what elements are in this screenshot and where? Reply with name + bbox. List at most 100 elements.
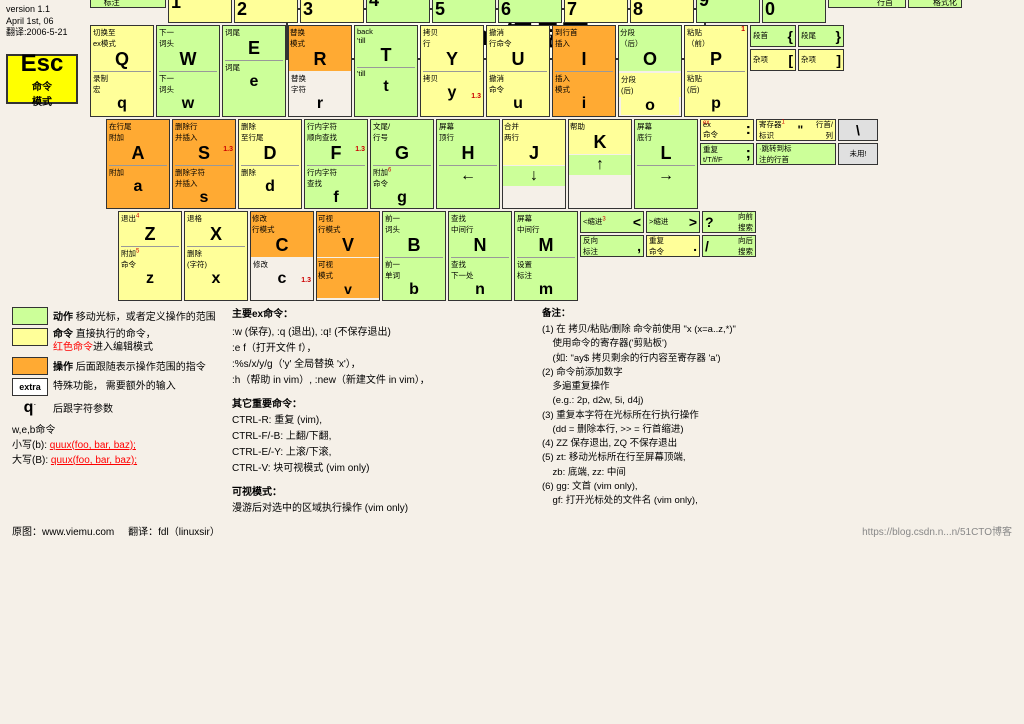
footer: 原图：www.viemu.com 翻译：fdl（linuxsir） https:… — [6, 523, 1018, 538]
key-O[interactable]: 分段（后） O 分段(后) o — [618, 25, 682, 117]
key-brace-close[interactable]: 段尾 } — [798, 25, 844, 47]
key-4-main: 4 — [369, 0, 427, 12]
equals-key[interactable]: = 自动²格式化 — [908, 0, 962, 8]
key-backslash[interactable]: \ — [838, 119, 878, 141]
key-Y[interactable]: 拷贝行 Y 拷贝 y 1.3 — [420, 25, 484, 117]
key-w-top: 下一词头 — [159, 73, 217, 95]
key-6[interactable]: "找" 行首 ^ 6 — [498, 0, 562, 23]
key-2[interactable]: 运行 宏 @ 2 — [234, 0, 298, 23]
key-F[interactable]: 行内字符顺向查找 F 行内字符查找 f 1.3 — [304, 119, 368, 209]
esc-label: Esc — [21, 50, 64, 78]
key-0[interactable]: 下一 句首 ) 0 — [762, 0, 826, 23]
quote-sym: " — [798, 123, 804, 137]
key-B-main: B — [385, 235, 443, 256]
key-backslash-bot[interactable]: 未用! — [838, 143, 878, 165]
bracket-open-label: 杂项 — [753, 54, 768, 65]
key-E[interactable]: 词尾 E 词尾 e — [222, 25, 286, 117]
key-a-main: a — [109, 178, 167, 196]
angle-left-label: <缩进3 — [583, 216, 606, 227]
legend-op-box — [12, 357, 48, 375]
legend-action-box — [12, 307, 48, 325]
key-Q[interactable]: 切换至ex模式 Q 录制宏 q — [90, 25, 154, 117]
key-M[interactable]: 屏幕中间行 M 设置标注 m — [514, 211, 578, 301]
key-J[interactable]: 合并两行 J ↓ — [502, 119, 566, 209]
key-7[interactable]: 重复 :s & 7 — [564, 0, 628, 23]
indent-area: >缩进 > 重复命令 . — [646, 211, 700, 301]
key-indent[interactable]: >缩进 > — [646, 211, 700, 233]
key-U[interactable]: 撤消行命令 U 撤消命令 u — [486, 25, 550, 117]
key-T[interactable]: back'till T 'till t — [354, 25, 418, 117]
key-doublequote[interactable]: 寄存器1标识 " 行首/列 — [756, 119, 836, 141]
key-I[interactable]: 到行首插入 I 插入模式 i — [552, 25, 616, 117]
key-x-top: 删除(字符) — [187, 248, 245, 270]
key-C-block: 修改行模式 C — [251, 212, 313, 257]
key-C-top: 修改行模式 — [252, 213, 312, 235]
minus-key[interactable]: - 前一行行首 — [828, 0, 906, 8]
key-d-top: 删除 — [241, 167, 299, 178]
key-angle-right[interactable]: 反向标注 , — [580, 235, 644, 257]
search-area: ? 向前搜索 / 向后搜索 — [702, 211, 756, 301]
bracket-top: 段首 { 段尾 } — [750, 25, 844, 47]
key-semicolon[interactable]: 重复t/T/f/F ; — [700, 143, 754, 165]
key-7-main: 7 — [567, 0, 625, 21]
ex-commands-section: 主要ex命令： :w (保存), :q (退出), :q! (不保存退出) :e… — [232, 307, 532, 517]
key-8[interactable]: next ident * 8 — [630, 0, 694, 23]
key-repeat[interactable]: 重复命令 . — [646, 235, 700, 257]
key-V[interactable]: 可视行模式 V 可视模式 v — [316, 211, 380, 301]
legend-command: 命令 直接执行的命令，红色命令进入编辑模式 — [12, 328, 222, 354]
key-R-top: 替换模式 — [290, 27, 350, 49]
key-W[interactable]: 下一词头 W 下一词头 w — [156, 25, 220, 117]
key-1[interactable]: 外部 过滤器 ! 1 ² — [168, 0, 232, 23]
key-K[interactable]: 帮助 K ↑ — [568, 119, 632, 209]
key-G-main: G — [373, 143, 431, 164]
key-5[interactable]: 括号 匹配 % 5 — [432, 0, 496, 23]
key-t-top: 'till — [357, 69, 415, 78]
key-P[interactable]: 粘贴（前） P 粘贴(后) p 1 — [684, 25, 748, 117]
backtick-symbol: ` — [95, 0, 100, 5]
key-colon[interactable]: ex命令 : ex — [700, 119, 754, 141]
key-C[interactable]: 修改行模式 C 修改 c 1.3 — [250, 211, 314, 301]
key-3[interactable]: prev ident # 3 — [300, 0, 364, 23]
slash-label: 向后搜索 — [738, 235, 753, 257]
key-f-sup: 1.3 — [355, 146, 365, 153]
key-k-main: ↑ — [570, 156, 630, 174]
key-bracket-close[interactable]: 杂项 ] — [798, 49, 844, 71]
key-9[interactable]: 句首 ( 9 — [696, 0, 760, 23]
key-L-top: 屏幕底行 — [637, 121, 695, 143]
key-B[interactable]: 前一词头 B 前一单词 b — [382, 211, 446, 301]
equals-desc: 自动²格式化 — [933, 0, 957, 8]
key-question[interactable]: ? 向前搜索 — [702, 211, 756, 233]
key-A[interactable]: 在行尾附加 A 附加 a — [106, 119, 170, 209]
backtick-key[interactable]: ` 跳转到标注 — [90, 0, 166, 8]
key-singlequote[interactable]: ·跳转到标注的行首 — [756, 143, 836, 165]
key-E-main: E — [225, 38, 283, 59]
key-o-main: o — [621, 97, 679, 115]
key-G-top: 文尾/行号 — [373, 121, 431, 143]
key-t-main: t — [357, 78, 415, 96]
backslash-sym: \ — [856, 122, 860, 138]
key-n-main: n — [451, 281, 509, 299]
key-X[interactable]: 退格 X 删除(字符) x — [184, 211, 248, 301]
key-N[interactable]: 查找中间行 N 查找下一处 n — [448, 211, 512, 301]
key-L[interactable]: 屏幕底行 L → — [634, 119, 698, 209]
key-R[interactable]: 替换模式 R 替换字符 r — [288, 25, 352, 117]
colon-area: ex命令 : ex 重复t/T/f/F ; — [700, 119, 754, 209]
key-f-top: 行内字符查找 — [307, 167, 365, 189]
key-s-main: s — [175, 189, 233, 207]
key-G[interactable]: 文尾/行号 G 附加6命令 g — [370, 119, 434, 209]
key-g-top: 附加6命令 — [373, 167, 431, 189]
key-S[interactable]: 删除行并插入 S 删除字符并插入 s 1.3 — [172, 119, 236, 209]
key-H[interactable]: 屏幕顶行 H ← — [436, 119, 500, 209]
key-4[interactable]: 行尾 $ 4 — [366, 0, 430, 23]
key-T-main: T — [357, 45, 415, 66]
key-angle-left[interactable]: <缩进3 < — [580, 211, 644, 233]
key-slash[interactable]: / 向后搜索 — [702, 235, 756, 257]
tilde-area: ~ 转换大小写 ` 跳转到标注 — [90, 0, 166, 23]
key-brace-open[interactable]: 段首 { — [750, 25, 796, 47]
key-Z[interactable]: 退出4 Z 附加5命令 z — [118, 211, 182, 301]
key-D[interactable]: 删除至行尾 D 删除 d — [238, 119, 302, 209]
key-bracket-open[interactable]: 杂项 [ — [750, 49, 796, 71]
key-3-main: 3 — [303, 0, 361, 21]
note-2: (2) 命令前添加数字 多遍重复操作 (e.g.: 2p, d2w, 5i, d… — [542, 366, 1018, 409]
key-I-main: I — [555, 49, 613, 70]
